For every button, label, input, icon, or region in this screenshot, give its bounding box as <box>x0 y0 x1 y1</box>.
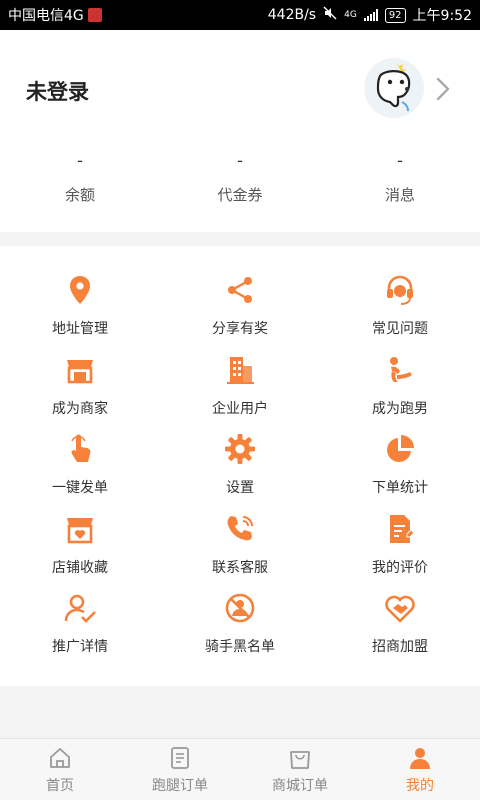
tab-mine[interactable]: 我的 <box>360 739 480 800</box>
network-type: 4G <box>344 10 357 20</box>
menu-item-label: 成为商家 <box>52 400 108 417</box>
menu-item-label: 招商加盟 <box>372 639 428 655</box>
sim-notification-icon <box>87 8 102 22</box>
voucher-stat[interactable]: - 代金券 <box>160 148 320 205</box>
menu-item-label: 我的评价 <box>372 559 428 576</box>
balance-stat[interactable]: - 余额 <box>0 148 160 205</box>
message-value: - <box>397 151 403 170</box>
runner-icon <box>382 352 418 388</box>
signal-icon <box>363 9 378 21</box>
shopping-bag-icon <box>290 750 310 769</box>
menu-item-label: 店铺收藏 <box>52 559 108 576</box>
menu-item-address[interactable]: 地址管理 <box>0 272 160 344</box>
menu-item-label: 成为跑男 <box>372 400 428 417</box>
message-label: 消息 <box>384 186 415 204</box>
menu-item-become-runner[interactable]: 成为跑男 <box>320 352 480 424</box>
profile-icon <box>410 747 430 769</box>
share-icon <box>222 272 258 308</box>
tab-home[interactable]: 首页 <box>0 739 120 800</box>
tab-label: 商城订单 <box>272 777 328 794</box>
message-stat[interactable]: - 消息 <box>320 148 480 205</box>
tap-finger-icon <box>62 431 98 467</box>
balance-value: - <box>77 151 83 170</box>
store-heart-icon <box>62 511 98 547</box>
storefront-icon <box>62 352 98 388</box>
login-status[interactable]: 未登录 <box>26 76 89 106</box>
location-pin-icon <box>62 272 98 308</box>
headset-icon <box>382 272 418 308</box>
menu-item-become-merchant[interactable]: 成为商家 <box>0 352 160 424</box>
menu-item-label: 常见问题 <box>372 321 428 337</box>
menu-item-label: 分享有奖 <box>212 321 268 337</box>
avatar-icon[interactable] <box>362 56 426 120</box>
pie-chart-icon <box>382 431 418 467</box>
network-speed: 442B/s <box>267 7 317 23</box>
menu-item-faq[interactable]: 常见问题 <box>320 272 480 344</box>
document-edit-icon <box>382 511 418 547</box>
chevron-right-icon[interactable] <box>430 74 456 104</box>
mute-icon <box>323 6 337 24</box>
tab-label: 跑腿订单 <box>152 777 208 794</box>
home-icon <box>50 747 70 768</box>
menu-item-label: 骑手黑名单 <box>205 639 275 655</box>
menu-item-share[interactable]: 分享有奖 <box>160 272 320 344</box>
menu-item-label: 一键发单 <box>52 480 108 496</box>
menu-item-settings[interactable]: 设置 <box>160 431 320 503</box>
status-bar: 中国电信4G 442B/s 4G 92 上午9:52 <box>0 0 480 30</box>
clock: 上午9:52 <box>412 8 472 24</box>
user-check-icon <box>62 590 98 626</box>
menu-item-my-reviews[interactable]: 我的评价 <box>320 511 480 583</box>
building-icon <box>222 352 258 388</box>
balance-label: 余额 <box>64 186 95 204</box>
order-list-icon <box>171 746 189 769</box>
menu-item-label: 地址管理 <box>52 321 108 337</box>
voucher-label: 代金券 <box>217 186 263 204</box>
menu-item-label: 企业用户 <box>212 400 268 417</box>
menu-item-enterprise[interactable]: 企业用户 <box>160 352 320 424</box>
tab-label: 首页 <box>46 777 74 794</box>
profile-header[interactable]: 未登录 - 余额 - 代金券 - 消息 <box>0 30 480 232</box>
blocked-user-icon <box>222 590 258 626</box>
function-menu: 地址管理 分享有奖 常见问题 成为商家 企业用户 成为跑男 一键发单 设置 下单… <box>0 246 480 686</box>
gear-icon <box>222 431 258 467</box>
menu-item-store-favorites[interactable]: 店铺收藏 <box>0 511 160 583</box>
tab-errand-orders[interactable]: 跑腿订单 <box>120 739 240 800</box>
menu-item-label: 下单统计 <box>372 480 428 496</box>
menu-item-rider-blacklist[interactable]: 骑手黑名单 <box>160 590 320 662</box>
carrier-label: 中国电信4G <box>8 8 84 24</box>
menu-item-label: 设置 <box>226 480 254 496</box>
battery-level: 92 <box>384 7 406 23</box>
tab-label: 我的 <box>406 777 434 794</box>
menu-item-order-stats[interactable]: 下单统计 <box>320 431 480 503</box>
menu-item-quick-order[interactable]: 一键发单 <box>0 431 160 503</box>
phone-icon <box>222 511 258 547</box>
menu-item-franchise[interactable]: 招商加盟 <box>320 590 480 662</box>
account-stats: - 余额 - 代金券 - 消息 <box>0 148 480 205</box>
menu-item-label: 推广详情 <box>52 639 108 655</box>
menu-item-label: 联系客服 <box>212 559 268 576</box>
menu-item-promotion-details[interactable]: 推广详情 <box>0 590 160 662</box>
bottom-navigation: 首页 跑腿订单 商城订单 我的 <box>0 738 480 800</box>
tab-mall-orders[interactable]: 商城订单 <box>240 739 360 800</box>
handshake-heart-icon <box>382 590 418 626</box>
voucher-value: - <box>237 151 243 170</box>
menu-item-contact-service[interactable]: 联系客服 <box>160 511 320 583</box>
